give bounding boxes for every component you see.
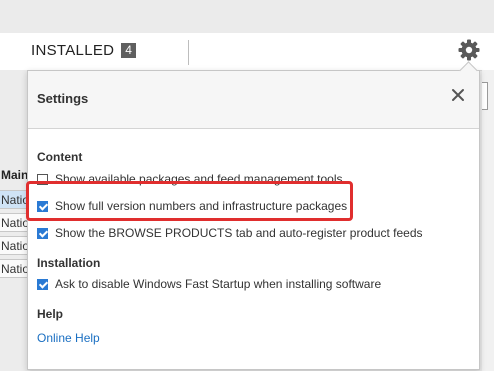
option-show-browse-products[interactable]: Show the BROWSE PRODUCTS tab and auto-re… xyxy=(37,226,423,240)
checkbox[interactable] xyxy=(37,227,48,239)
background-right-field xyxy=(482,82,488,110)
installation-heading: Installation xyxy=(37,256,101,270)
tab-bar: INSTALLED 4 xyxy=(0,33,494,71)
settings-header: Settings xyxy=(28,71,479,129)
background-right-area xyxy=(482,70,494,371)
background-list-item[interactable]: Natio xyxy=(0,259,30,278)
tab-installed[interactable]: INSTALLED 4 xyxy=(31,42,137,59)
checkbox[interactable] xyxy=(37,278,48,290)
option-label: Show the BROWSE PRODUCTS tab and auto-re… xyxy=(55,226,423,240)
gear-icon[interactable] xyxy=(457,38,481,62)
help-heading: Help xyxy=(37,307,64,321)
background-main-label: Main xyxy=(1,168,29,182)
installed-count-badge: 4 xyxy=(121,43,137,58)
option-label: Ask to disable Windows Fast Startup when… xyxy=(55,277,382,291)
settings-title: Settings xyxy=(37,91,89,106)
tab-installed-label: INSTALLED xyxy=(31,42,115,59)
window-top-strip xyxy=(0,0,494,33)
annotation-highlight-box xyxy=(26,181,353,221)
tab-divider xyxy=(188,40,189,65)
option-disable-fast-startup[interactable]: Ask to disable Windows Fast Startup when… xyxy=(37,277,381,291)
online-help-link[interactable]: Online Help xyxy=(37,331,100,345)
content-heading: Content xyxy=(37,150,83,164)
close-icon[interactable] xyxy=(448,85,468,105)
background-list-item[interactable]: Natio xyxy=(0,236,30,255)
